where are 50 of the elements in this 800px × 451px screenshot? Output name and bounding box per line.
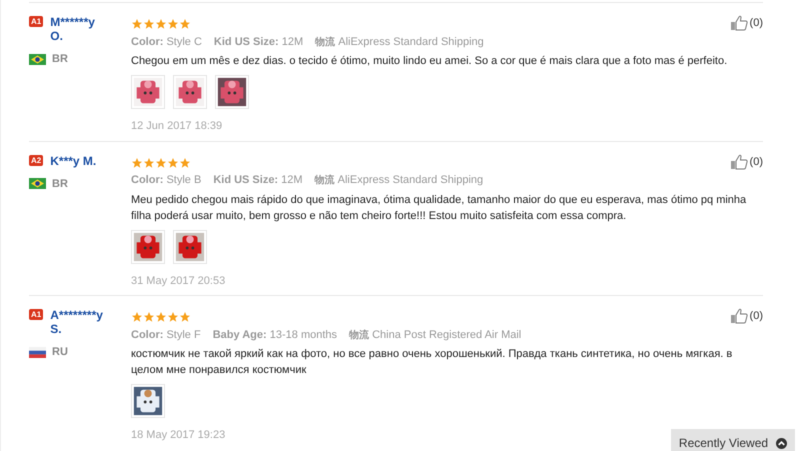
shipping-method: 物流 AliExpress Standard Shipping bbox=[315, 34, 484, 50]
chevron-up-icon bbox=[776, 438, 788, 448]
product-attribute: Color: Style C bbox=[131, 34, 202, 50]
reviewer-name[interactable]: A********y S. bbox=[50, 308, 108, 336]
thumbs-up-icon[interactable] bbox=[730, 154, 748, 170]
flag-icon bbox=[29, 54, 46, 65]
star-icon bbox=[179, 18, 191, 30]
star-icon bbox=[131, 311, 143, 323]
star-icon bbox=[143, 156, 155, 168]
star-icon bbox=[155, 156, 167, 168]
country-code: BR bbox=[52, 52, 68, 67]
star-icon bbox=[155, 18, 167, 30]
star-icon bbox=[167, 311, 179, 323]
recently-viewed-tab[interactable]: Recently Viewed bbox=[671, 429, 795, 451]
star-icon bbox=[179, 156, 191, 168]
like-count: (0) bbox=[750, 16, 763, 31]
star-icon bbox=[143, 311, 155, 323]
review-text: костюмчик не такой яркий как на фото, но все равно очень хорошенький. Правда ткань синтетика, но очень мягкая. в целом мне понравился костюмчик bbox=[131, 347, 734, 378]
product-attribute: Kid US Size: 12M bbox=[213, 173, 303, 188]
star-icon bbox=[143, 18, 155, 30]
flag-icon bbox=[29, 346, 46, 358]
product-attribute: Baby Age: 13-18 months bbox=[212, 328, 338, 342]
shipping-method: 物流 China Post Registered Air Mail bbox=[349, 328, 522, 342]
review-date: 31 May 2017 20:53 bbox=[131, 274, 226, 288]
product-attribute: Kid US Size: 12M bbox=[214, 34, 304, 50]
reviewer-name[interactable]: M******y O. bbox=[50, 15, 108, 43]
star-icon bbox=[179, 311, 191, 323]
star-icon bbox=[167, 18, 179, 30]
country-code: RU bbox=[52, 345, 68, 360]
level-badge: A1 bbox=[29, 16, 44, 27]
review-date: 12 Jun 2017 18:39 bbox=[131, 119, 222, 134]
product-attribute: Color: Style B bbox=[131, 173, 202, 188]
like-count: (0) bbox=[750, 154, 763, 170]
thumbs-up-icon[interactable] bbox=[730, 15, 748, 32]
thumbs-up-icon[interactable] bbox=[730, 308, 748, 324]
star-icon bbox=[167, 156, 179, 168]
flag-icon bbox=[29, 178, 46, 190]
star-icon bbox=[131, 18, 143, 30]
shipping-method: 物流 AliExpress Standard Shipping bbox=[314, 173, 484, 188]
review-date: 18 May 2017 19:23 bbox=[131, 428, 226, 443]
country-code: BR bbox=[52, 176, 68, 192]
reviewer-name[interactable]: K***y M. bbox=[50, 154, 108, 168]
level-badge: A1 bbox=[29, 309, 44, 320]
product-attribute: Color: Style F bbox=[131, 328, 201, 342]
review-text: Chegou em um mês e dez dias. o tecido é ótimo, muito lindo eu amei. So a cor que é mais clara que a foto mas é perfeito. bbox=[131, 54, 728, 69]
level-badge: A2 bbox=[29, 154, 44, 166]
review-text: Meu pedido chegou mais rápido do que imaginava, ótima qualidade, tamanho maior do que eu esperava, mas ótimo pq minha filha poderá usar muito, bem grosso e não tem cheiro forte!!! Estou muito satisfeita com essa compra. bbox=[131, 192, 748, 224]
star-icon bbox=[155, 311, 167, 323]
like-count: (0) bbox=[750, 309, 763, 324]
star-icon bbox=[131, 156, 143, 168]
